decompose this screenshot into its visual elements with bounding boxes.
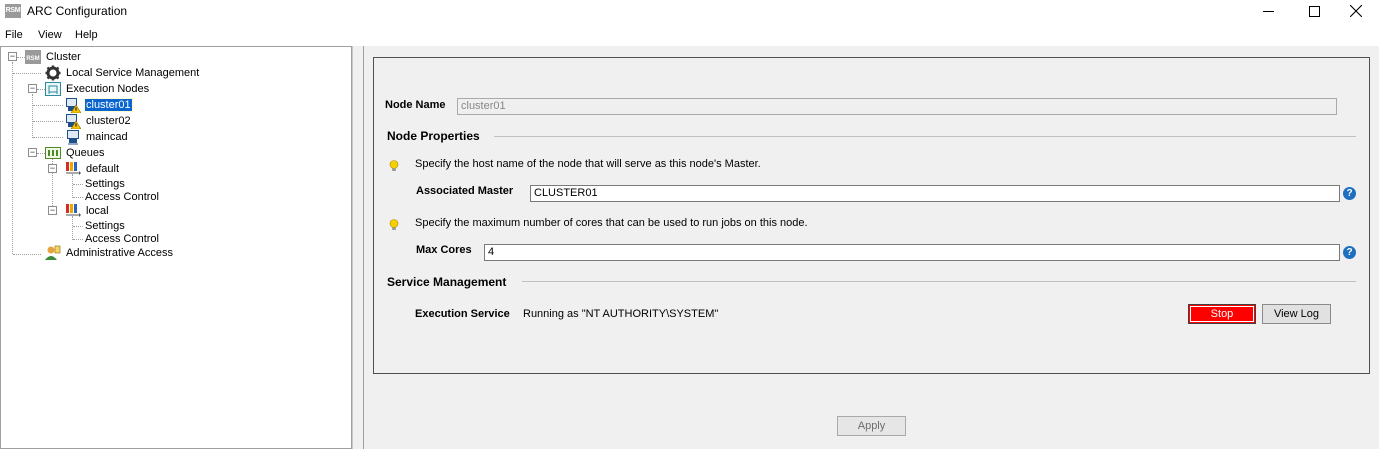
menu-bar: File View Help (0, 27, 1379, 45)
cluster-icon: RSM (25, 49, 41, 65)
menu-view[interactable]: View (38, 29, 62, 41)
tree-line (13, 254, 41, 255)
service-management-title: Service Management (387, 275, 507, 289)
associated-master-label: Associated Master (416, 185, 514, 197)
menu-file[interactable]: File (5, 29, 23, 41)
queue-icon (65, 203, 81, 219)
tree-item-queues[interactable]: Queues (45, 145, 106, 161)
tree-expander-cluster[interactable]: − (8, 52, 17, 61)
lightbulb-icon (389, 160, 399, 171)
tree-line (72, 216, 73, 240)
stop-button[interactable]: Stop (1188, 304, 1256, 324)
tree-line (17, 57, 25, 58)
close-icon (1350, 5, 1362, 17)
node-name-label: Node Name (385, 99, 446, 111)
tree-line (12, 62, 13, 254)
tree-line (37, 153, 45, 154)
tree-label: local (86, 205, 109, 217)
panel-splitter[interactable] (352, 46, 363, 449)
maximize-button[interactable] (1291, 0, 1337, 22)
tree-label: cluster02 (86, 115, 131, 127)
section-divider (522, 281, 1356, 282)
tree-line (33, 137, 63, 138)
tree-label: Access Control (85, 233, 159, 245)
associated-master-field[interactable]: CLUSTER01 (530, 185, 1340, 202)
node-icon (65, 129, 81, 145)
queues-icon (45, 145, 61, 161)
tree-label: Execution Nodes (66, 83, 150, 95)
tree-item-cluster[interactable]: RSM Cluster (25, 49, 82, 65)
section-divider (494, 136, 1356, 137)
tree-label: default (86, 163, 120, 175)
tree-line (33, 105, 63, 106)
tree-item-administrative-access[interactable]: Administrative Access (45, 245, 174, 261)
tree-label: Cluster (46, 51, 81, 63)
admin-user-icon (45, 245, 61, 261)
node-properties-title: Node Properties (387, 129, 480, 143)
execution-service-status: Running as "NT AUTHORITY\SYSTEM" (523, 308, 719, 320)
tree-item-cluster02[interactable]: cluster02 (65, 113, 132, 129)
master-hint: Specify the host name of the node that w… (415, 158, 761, 170)
title-bar: RSM ARC Configuration (0, 0, 1379, 22)
tree-label: cluster01 (84, 98, 133, 112)
tree-line (73, 184, 83, 185)
tree-expander-local[interactable]: − (48, 206, 57, 215)
tree-item-queue-local[interactable]: local (65, 203, 110, 219)
node-warning-icon (65, 97, 81, 113)
tree-label: Local Service Management (66, 67, 200, 79)
tree-panel[interactable]: − − − − − RSM Cluster Local Service Mana… (0, 46, 352, 449)
apply-button[interactable]: Apply (837, 416, 906, 436)
app-icon: RSM (5, 4, 21, 18)
lightbulb-icon (389, 219, 399, 230)
window-title: ARC Configuration (27, 4, 128, 18)
tree-label: Access Control (85, 191, 159, 203)
execution-nodes-icon (45, 81, 61, 97)
maximize-icon (1308, 5, 1320, 17)
tree-label: Queues (66, 147, 105, 159)
tree-item-local-service-management[interactable]: Local Service Management (45, 65, 200, 81)
execution-service-label: Execution Service (415, 308, 510, 320)
max-cores-label: Max Cores (416, 244, 472, 256)
queue-icon (65, 161, 81, 177)
node-warning-icon (65, 113, 81, 129)
node-name-field: cluster01 (457, 98, 1337, 115)
associated-master-help-icon[interactable]: ? (1343, 187, 1356, 200)
cores-hint: Specify the maximum number of cores that… (415, 217, 808, 229)
gear-icon (45, 65, 61, 81)
tree-line (37, 89, 45, 90)
tree-line (73, 239, 83, 240)
tree-item-queue-default[interactable]: default (65, 161, 120, 177)
tree-expander-execution-nodes[interactable]: − (28, 84, 37, 93)
minimize-icon (1262, 10, 1274, 12)
tree-item-cluster01[interactable]: cluster01 (65, 97, 133, 113)
tree-label: maincad (86, 131, 128, 143)
max-cores-field[interactable]: 4 (484, 244, 1340, 261)
minimize-button[interactable] (1245, 0, 1291, 22)
tree-expander-queues[interactable]: − (28, 148, 37, 157)
svg-text:RSM: RSM (26, 56, 39, 62)
view-log-button[interactable]: View Log (1262, 304, 1331, 324)
tree-item-maincad[interactable]: maincad (65, 129, 129, 145)
tree-line (72, 174, 73, 198)
tree-expander-default[interactable]: − (48, 164, 57, 173)
tree-line (33, 121, 63, 122)
tree-label: Administrative Access (66, 247, 173, 259)
tree-line (73, 197, 83, 198)
tree-line (13, 73, 41, 74)
menu-help[interactable]: Help (75, 29, 98, 41)
tree-line (73, 226, 83, 227)
tree-item-execution-nodes[interactable]: Execution Nodes (45, 81, 150, 97)
close-button[interactable] (1333, 0, 1379, 22)
node-properties-frame: Node Name cluster01 Node Properties Spec… (373, 57, 1370, 374)
tree-line (32, 94, 33, 138)
max-cores-help-icon[interactable]: ? (1343, 246, 1356, 259)
